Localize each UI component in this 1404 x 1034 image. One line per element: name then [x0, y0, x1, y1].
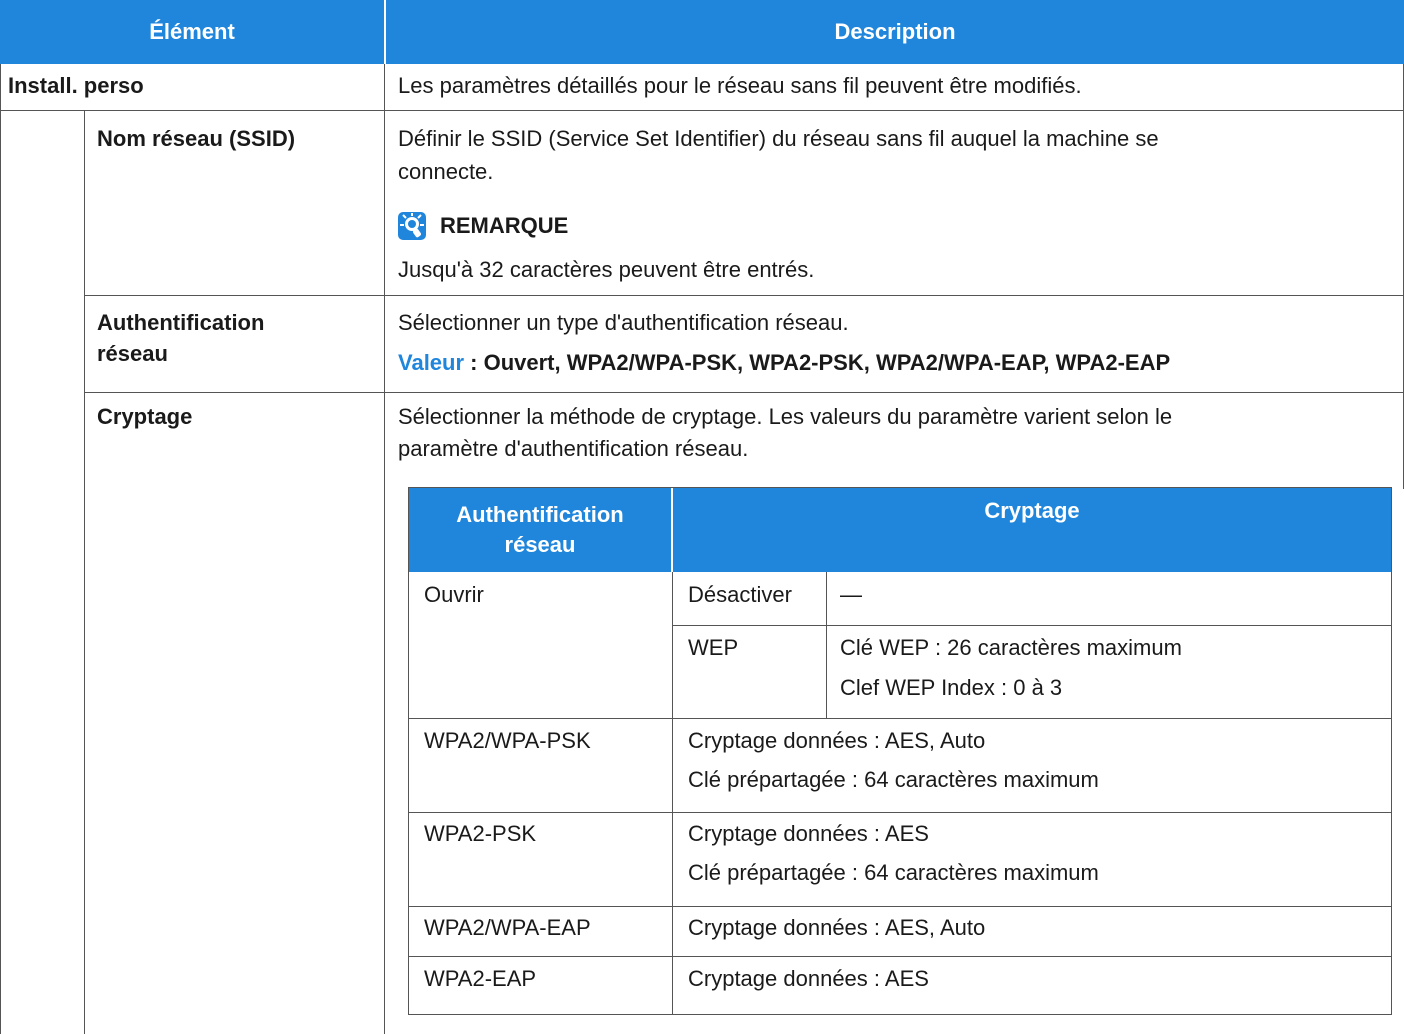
inner-rule-2	[408, 812, 1392, 813]
rule-row-2	[84, 295, 1404, 296]
inner-auth-wpa2-eap: WPA2-EAP	[424, 966, 537, 991]
inner-detail-wpa2-psk-2: Clé prépartagée : 64 caractères maximum	[688, 860, 1099, 885]
inner-rule-1	[408, 718, 1392, 719]
inner-auth-wpa2-wpa-eap: WPA2/WPA-EAP	[424, 915, 591, 940]
header-description: Description	[386, 0, 1404, 64]
row-auth-value: Valeur : Ouvert, WPA2/WPA-PSK, WPA2-PSK,…	[398, 348, 1170, 378]
row-crypt-desc-1: Sélectionner la méthode de cryptage. Les…	[398, 404, 1173, 429]
inner-type-wep: WEP	[688, 635, 739, 660]
row-ssid-desc-1: Définir le SSID (Service Set Identifier)…	[398, 126, 1159, 151]
inner-col-divider	[672, 572, 673, 1014]
inner-header-auth-2: réseau	[504, 532, 576, 557]
inner-detail-wep-1: Clé WEP : 26 caractères maximum	[840, 635, 1182, 660]
inner-border-top	[408, 487, 1392, 488]
rule-row-1	[0, 110, 1404, 111]
inner-detail-disable: —	[840, 582, 862, 607]
inner-detail-wpa2-wpa-psk-1: Cryptage données : AES, Auto	[688, 728, 986, 753]
row-crypt-label: Cryptage	[97, 404, 193, 429]
note-lightbulb-icon	[398, 212, 426, 240]
inner-type-disable: Désactiver	[688, 582, 792, 607]
row-auth-label-1: Authentification	[97, 310, 265, 335]
inner-detail-wpa2-psk-1: Cryptage données : AES	[688, 821, 929, 846]
inner-auth-wpa2-psk: WPA2-PSK	[424, 821, 537, 846]
rule-col-divider	[384, 64, 385, 1034]
row-install-desc: Les paramètres détaillés pour le réseau …	[398, 73, 1082, 98]
row-install-label: Install. perso	[8, 73, 144, 98]
row-auth-label-2: réseau	[97, 341, 168, 366]
rule-left	[0, 64, 1, 1034]
value-label: Valeur	[398, 350, 465, 375]
inner-auth-open: Ouvrir	[424, 582, 484, 607]
value-text: : Ouvert, WPA2/WPA-PSK, WPA2-PSK, WPA2/W…	[464, 350, 1171, 375]
note-text: Jusqu'à 32 caractères peuvent être entré…	[398, 257, 815, 282]
header-description-label: Description	[834, 19, 956, 44]
header-element-label: Élément	[149, 19, 235, 44]
inner-rule-sub	[672, 625, 1392, 626]
inner-detail-wep-2: Clef WEP Index : 0 à 3	[840, 675, 1063, 700]
note-title: REMARQUE	[440, 213, 569, 238]
header-element: Élément	[0, 0, 384, 64]
inner-rule-3	[408, 906, 1392, 907]
rule-row-3	[84, 392, 1404, 393]
inner-border-left	[408, 488, 409, 1014]
rule-indent	[84, 110, 85, 1034]
inner-header-auth-1: Authentification	[456, 502, 624, 527]
inner-border-bottom	[408, 1014, 1392, 1015]
row-ssid-desc-2: connecte.	[398, 159, 494, 184]
inner-rule-4	[408, 956, 1392, 957]
inner-detail-wpa2-eap: Cryptage données : AES	[688, 966, 929, 991]
inner-auth-wpa2-wpa-psk: WPA2/WPA-PSK	[424, 728, 591, 753]
inner-detail-wpa2-wpa-eap: Cryptage données : AES, Auto	[688, 915, 986, 940]
row-ssid-label: Nom réseau (SSID)	[97, 126, 296, 151]
inner-header-crypt: Cryptage	[673, 488, 1391, 572]
row-auth-desc: Sélectionner un type d'authentification …	[398, 310, 849, 335]
inner-header-crypt-label: Cryptage	[984, 498, 1080, 523]
inner-border-right	[1391, 488, 1392, 1014]
inner-detail-wpa2-wpa-psk-2: Clé prépartagée : 64 caractères maximum	[688, 767, 1099, 792]
row-crypt-desc-2: paramètre d'authentification réseau.	[398, 436, 749, 461]
inner-sub-divider	[826, 572, 827, 718]
inner-header-auth: Authentification réseau	[409, 488, 671, 572]
